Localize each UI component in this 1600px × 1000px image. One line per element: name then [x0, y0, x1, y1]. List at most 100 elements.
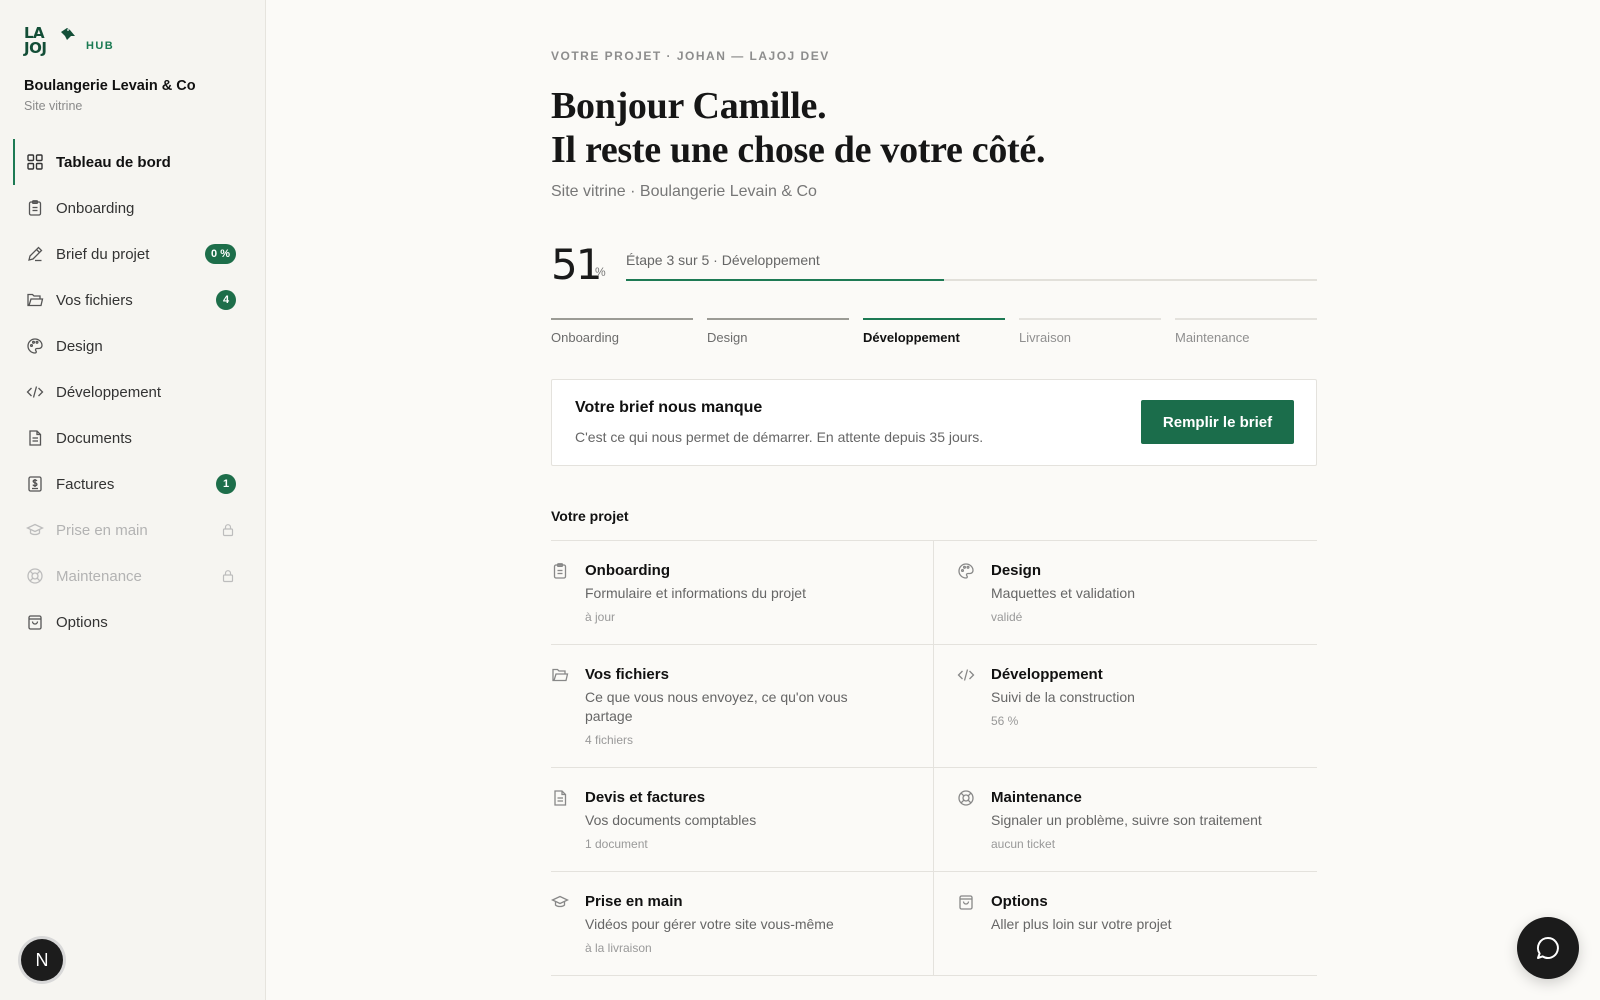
folder-icon [551, 666, 569, 684]
hub-label: HUB [86, 40, 115, 52]
stage-tracker: Onboarding Design Développement Livraiso… [551, 318, 1317, 345]
card-options[interactable]: Options Aller plus loin sur votre projet [934, 872, 1317, 975]
sidebar-item-label: Vos fichiers [56, 291, 133, 309]
sidebar-item-prise-en-main: Prise en main [13, 507, 253, 553]
card-description: Vidéos pour gérer votre site vous-même [585, 916, 834, 932]
alert-text: C'est ce qui nous permet de démarrer. En… [575, 429, 984, 445]
card-description: Formulaire et informations du projet [585, 585, 806, 601]
client-name: Boulangerie Levain & Co [24, 78, 196, 94]
sidebar-item-label: Tableau de bord [56, 153, 171, 171]
client-type: Site vitrine [24, 99, 83, 113]
sidebar-item-label: Factures [56, 475, 115, 493]
page-title: Bonjour Camille. Il reste une chose de v… [551, 84, 1045, 172]
card-status: 1 document [585, 837, 648, 851]
card-title: Vos fichiers [585, 666, 669, 683]
stage-onboarding: Onboarding [551, 318, 693, 345]
shopping-bag-icon [957, 893, 975, 911]
card-description: Maquettes et validation [991, 585, 1135, 601]
sidebar-item-tableau-de-bord[interactable]: Tableau de bord [13, 139, 253, 185]
sidebar-item-label: Design [56, 337, 103, 355]
card-title: Maintenance [991, 789, 1082, 806]
logo-mark: LA JOJ [24, 24, 80, 60]
shopping-bag-icon [26, 613, 44, 631]
sidebar-item-developpement[interactable]: Développement [13, 369, 253, 415]
clipboard-icon [26, 199, 44, 217]
document-icon [26, 429, 44, 447]
project-grid-row: Onboarding Formulaire et informations du… [551, 541, 1317, 645]
sidebar-item-label: Brief du projet [56, 245, 150, 263]
progress-bar [626, 279, 1317, 281]
sidebar: LA JOJ HUB Boulangerie Levain & Co Site … [0, 0, 266, 1000]
sidebar-item-label: Options [56, 613, 108, 631]
card-description: Vos documents comptables [585, 812, 757, 828]
sidebar-item-label: Documents [56, 429, 132, 447]
greeting-subline: Il reste une chose de votre côté. [551, 129, 1046, 171]
card-devis-factures[interactable]: Devis et factures Vos documents comptabl… [551, 768, 934, 871]
palette-icon [26, 337, 44, 355]
folder-icon [26, 291, 44, 309]
sidebar-item-brief[interactable]: Brief du projet 0 % [13, 231, 253, 277]
sidebar-item-onboarding[interactable]: Onboarding [13, 185, 253, 231]
project-grid-row: Devis et factures Vos documents comptabl… [551, 768, 1317, 872]
pencil-icon [26, 245, 44, 263]
graduation-cap-icon [550, 893, 570, 911]
sidebar-item-options[interactable]: Options [13, 599, 253, 645]
sidebar-nav: Tableau de bord Onboarding Brief du proj… [13, 139, 253, 645]
card-fichiers[interactable]: Vos fichiers Ce que vous nous envoyez, c… [551, 645, 934, 767]
project-subline: Site vitrine · Boulangerie Levain & Co [551, 183, 817, 200]
fill-brief-button[interactable]: Remplir le brief [1141, 400, 1294, 444]
sidebar-item-maintenance: Maintenance [13, 553, 253, 599]
card-onboarding[interactable]: Onboarding Formulaire et informations du… [551, 541, 934, 644]
invoice-icon [26, 475, 44, 493]
card-title: Développement [991, 666, 1103, 683]
card-status: 56 % [991, 714, 1019, 728]
document-icon [551, 789, 569, 807]
project-grid-row: Vos fichiers Ce que vous nous envoyez, c… [551, 645, 1317, 768]
palette-icon [957, 562, 975, 580]
card-design[interactable]: Design Maquettes et validation validé [934, 541, 1317, 644]
card-maintenance[interactable]: Maintenance Signaler un problème, suivre… [934, 768, 1317, 871]
bird-icon [61, 28, 75, 40]
card-status: validé [991, 610, 1023, 624]
sidebar-item-label: Onboarding [56, 199, 135, 217]
logo-line-2: JOJ [24, 39, 47, 57]
card-developpement[interactable]: Développement Suivi de la construction 5… [934, 645, 1317, 767]
step-label: Étape 3 sur 5 · Développement [626, 252, 820, 268]
sidebar-item-fichiers[interactable]: Vos fichiers 4 [13, 277, 253, 323]
lifebuoy-icon [26, 567, 44, 585]
alert-title: Votre brief nous manque [575, 399, 763, 416]
sidebar-item-label: Prise en main [56, 521, 148, 539]
card-status: à la livraison [585, 941, 652, 955]
card-prise-en-main[interactable]: Prise en main Vidéos pour gérer votre si… [550, 872, 934, 975]
chat-bubble-icon [1537, 936, 1559, 959]
graduation-cap-icon [26, 521, 44, 539]
logo[interactable]: LA JOJ HUB [24, 24, 114, 60]
code-icon [957, 666, 975, 684]
sidebar-item-factures[interactable]: Factures 1 [13, 461, 253, 507]
sidebar-item-label: Maintenance [56, 567, 142, 585]
files-count-badge: 4 [216, 290, 236, 310]
sidebar-item-documents[interactable]: Documents [13, 415, 253, 461]
project-grid-row: Prise en main Vidéos pour gérer votre si… [550, 872, 1317, 976]
stage-developpement: Développement [863, 318, 1005, 345]
progress-percent: 51 [551, 240, 602, 289]
lifebuoy-icon [957, 789, 975, 807]
card-title: Design [991, 562, 1042, 579]
code-icon [26, 383, 44, 401]
brief-progress-badge: 0 % [205, 244, 236, 264]
user-avatar-button[interactable]: N [21, 939, 63, 981]
lock-icon [222, 524, 234, 537]
chat-button[interactable] [1517, 917, 1579, 979]
stage-maintenance: Maintenance [1175, 318, 1317, 345]
card-description: Suivi de la construction [991, 689, 1135, 705]
card-description: Ce que vous nous envoyez, ce qu'on vous … [585, 689, 848, 724]
brief-alert: Votre brief nous manque C'est ce qui nou… [551, 379, 1317, 466]
grid-icon [26, 153, 44, 171]
stage-livraison: Livraison [1019, 318, 1161, 345]
clipboard-icon [551, 562, 569, 580]
progress-bar-fill [626, 279, 944, 281]
card-title: Prise en main [585, 893, 683, 910]
sidebar-item-design[interactable]: Design [13, 323, 253, 369]
card-status: 4 fichiers [585, 733, 634, 747]
stage-design: Design [707, 318, 849, 345]
